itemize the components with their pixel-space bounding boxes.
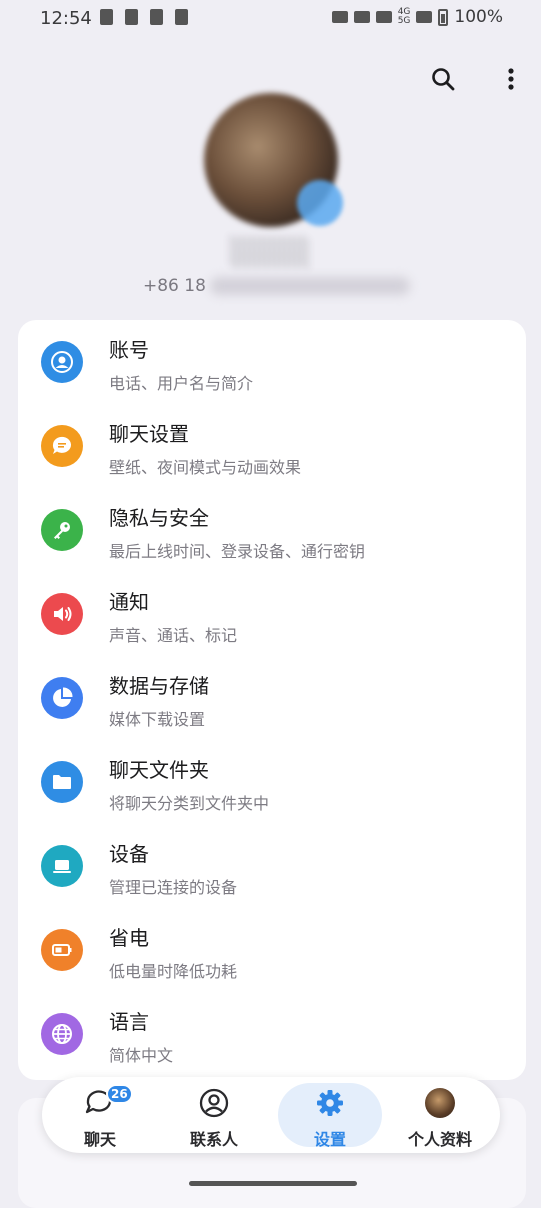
notification-icons (100, 9, 188, 25)
signal-icon (416, 11, 433, 23)
app-notification-icon (150, 9, 163, 25)
message-notification-icon (100, 9, 113, 25)
gear-icon (312, 1087, 348, 1119)
search-button[interactable] (428, 64, 458, 94)
tab-settings-label: 设置 (313, 1130, 346, 1149)
settings-item-subtitle: 壁纸、夜间模式与动画效果 (109, 458, 302, 477)
tab-settings[interactable]: 设置 (278, 1077, 382, 1153)
settings-item-devices[interactable]: 设备 管理已连接的设备 (18, 824, 526, 908)
profile-phone: +86 18 (143, 276, 410, 296)
battery-icon (41, 929, 83, 971)
settings-item-language[interactable]: 语言 简体中文 (18, 992, 526, 1076)
person-icon (41, 341, 83, 383)
settings-item-subtitle: 简体中文 (109, 1046, 174, 1065)
settings-item-title: 账号 (109, 338, 149, 362)
status-time: 12:54 (40, 8, 92, 29)
profile-avatar-icon (422, 1087, 458, 1119)
settings-item-title: 聊天文件夹 (109, 758, 209, 782)
settings-item-chat-settings[interactable]: 聊天设置 壁纸、夜间模式与动画效果 (18, 404, 526, 488)
settings-item-title: 隐私与安全 (109, 506, 209, 530)
settings-item-title: 语言 (109, 1010, 149, 1034)
tab-chats-label: 聊天 (83, 1130, 116, 1149)
tab-chats[interactable]: 26 聊天 (48, 1077, 152, 1153)
search-icon (432, 68, 455, 91)
settings-item-subtitle: 管理已连接的设备 (109, 878, 238, 897)
battery-percent: 100% (454, 7, 503, 27)
globe-icon (41, 1013, 83, 1055)
tab-profile-label: 个人资料 (407, 1130, 472, 1149)
settings-item-subtitle: 声音、通话、标记 (109, 626, 238, 645)
contacts-icon (196, 1087, 232, 1119)
unread-badge: 26 (106, 1084, 133, 1104)
phone-prefix: +86 18 (143, 276, 206, 296)
network-type: 4G 5G (398, 8, 411, 26)
settings-card: 账号 电话、用户名与简介 聊天设置 壁纸、夜间模式与动画效果 隐私与安全 最后上… (18, 320, 526, 1080)
bottom-navigation: 26 聊天 联系人 设置 个人资料 (42, 1077, 500, 1153)
laptop-icon (41, 845, 83, 887)
settings-item-title: 设备 (109, 842, 149, 866)
profile-avatar-thumbnail (425, 1088, 455, 1118)
settings-item-title: 通知 (109, 590, 149, 614)
settings-item-account[interactable]: 账号 电话、用户名与简介 (18, 320, 526, 404)
key-icon (41, 509, 83, 551)
tab-profile[interactable]: 个人资料 (388, 1077, 492, 1153)
settings-item-notifications[interactable]: 通知 声音、通话、标记 (18, 572, 526, 656)
phone-redacted (209, 277, 410, 295)
more-vertical-icon (508, 68, 514, 90)
status-right: 4G 5G 100% (331, 7, 503, 27)
tab-contacts[interactable]: 联系人 (162, 1077, 266, 1153)
speaker-icon (41, 593, 83, 635)
settings-item-subtitle: 低电量时降低功耗 (109, 962, 238, 981)
folder-icon (41, 761, 83, 803)
settings-item-power-saving[interactable]: 省电 低电量时降低功耗 (18, 908, 526, 992)
settings-item-title: 省电 (109, 926, 149, 950)
chat-bubble-icon (41, 425, 83, 467)
home-indicator[interactable] (189, 1181, 357, 1186)
qr-status-icon (353, 11, 370, 23)
settings-item-title: 数据与存储 (109, 674, 209, 698)
settings-item-privacy[interactable]: 隐私与安全 最后上线时间、登录设备、通行密钥 (18, 488, 526, 572)
network-5g: 5G (397, 16, 411, 26)
sim-card-icon (125, 9, 138, 25)
more-options-button[interactable] (496, 64, 526, 94)
tab-contacts-label: 联系人 (189, 1130, 238, 1149)
set-photo-button[interactable] (297, 180, 343, 226)
settings-item-subtitle: 媒体下载设置 (109, 710, 206, 729)
battery-icon (438, 8, 449, 26)
settings-item-subtitle: 最后上线时间、登录设备、通行密钥 (109, 542, 366, 561)
settings-item-subtitle: 将聊天分类到文件夹中 (109, 794, 270, 813)
battery-saver-icon (175, 9, 188, 25)
settings-item-title: 聊天设置 (109, 422, 189, 446)
key-status-icon (331, 11, 348, 23)
pie-chart-icon (41, 677, 83, 719)
wifi-icon (375, 11, 392, 23)
settings-item-chat-folders[interactable]: 聊天文件夹 将聊天分类到文件夹中 (18, 740, 526, 824)
status-bar: 12:54 4G 5G 100% (0, 0, 541, 36)
profile-name-blurred: ░░░░ (230, 238, 311, 268)
settings-item-subtitle: 电话、用户名与简介 (109, 374, 254, 393)
settings-item-data-storage[interactable]: 数据与存储 媒体下载设置 (18, 656, 526, 740)
